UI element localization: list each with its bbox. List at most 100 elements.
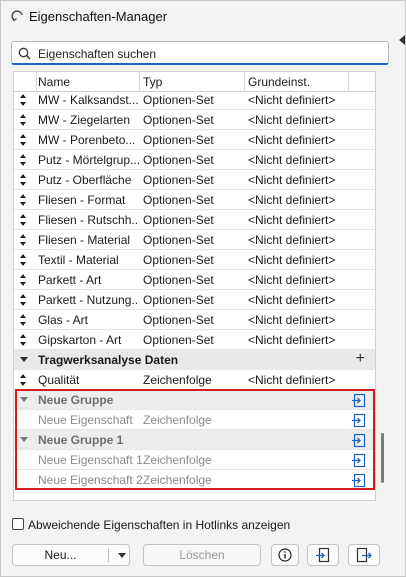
sort-updown-icon[interactable] [20,174,26,186]
row-name: MW - Porenbeto... [38,133,136,147]
new-split-button[interactable]: Neu... [12,544,130,566]
row-type: Optionen-Set [143,273,214,287]
row-default: <Nicht definiert> [248,333,336,347]
link-property-icon[interactable] [351,432,367,448]
row-type: Optionen-Set [143,333,214,347]
scrollbar-thumb[interactable] [381,433,384,483]
sort-updown-icon[interactable] [20,334,26,346]
row-default: <Nicht definiert> [248,93,336,107]
group-row-neue-gruppe-1[interactable]: Neue Gruppe 1 [14,430,375,450]
table-row[interactable]: Gipskarton - Art Optionen-Set <Nicht defin… [14,330,375,350]
search-input[interactable] [36,44,380,64]
table-row[interactable]: Glas - Art Optionen-Set <Nicht definiert> [14,310,375,330]
row-default: <Nicht definiert> [248,233,336,247]
group-row-tragwerksanalyse[interactable]: Tragwerksanalyse Daten + [14,350,375,370]
table-row[interactable]: Qualität Zeichenfolge <Nicht definiert> [14,370,375,390]
sort-updown-icon[interactable] [20,134,26,146]
column-header-default[interactable]: Grundeinst. [248,75,310,89]
link-property-icon[interactable] [351,452,367,468]
expand-triangle-icon[interactable] [20,357,28,362]
sort-updown-icon[interactable] [20,254,26,266]
sort-updown-icon[interactable] [20,114,26,126]
table-row[interactable]: Parkett - Art Optionen-Set <Nicht definier… [14,270,375,290]
info-icon [278,548,292,562]
table-row[interactable]: Fliesen - Rutschh... Optionen-Set <Nicht d… [14,210,375,230]
row-name: Fliesen - Material [38,233,131,247]
row-name: Neue Eigenschaft [38,413,133,427]
row-type: Optionen-Set [143,233,214,247]
sort-updown-icon[interactable] [20,214,26,226]
row-type: Optionen-Set [143,133,214,147]
sort-updown-icon[interactable] [20,314,26,326]
row-type: Optionen-Set [143,293,214,307]
expand-triangle-icon[interactable] [20,437,28,442]
row-name: Putz - Mörtelgrup... [38,153,139,167]
table-row[interactable]: MW - Porenbeto... Optionen-Set <Nicht defi… [14,130,375,150]
table-row[interactable]: MW - Ziegelarten Optionen-Set <Nicht defin… [14,110,375,130]
row-name: Fliesen - Rutschh... [38,213,139,227]
row-name: Putz - Oberfläche [38,173,132,187]
expand-triangle-icon[interactable] [20,397,28,402]
row-name: Gipskarton - Art [38,333,122,347]
table-row[interactable]: Textil - Material Optionen-Set <Nicht defi… [14,250,375,270]
table-row[interactable]: Putz - Oberfläche Optionen-Set <Nicht defi… [14,170,375,190]
row-type: Optionen-Set [143,93,214,107]
row-default: <Nicht definiert> [248,313,336,327]
row-type: Optionen-Set [143,113,214,127]
row-type: Zeichenfolge [143,413,212,427]
row-type: Optionen-Set [143,313,214,327]
link-property-icon[interactable] [351,472,367,488]
row-default: <Nicht definiert> [248,253,336,267]
add-icon[interactable]: + [356,350,365,368]
table-row[interactable]: Fliesen - Material Optionen-Set <Nicht def… [14,230,375,250]
column-header-type[interactable]: Typ [143,75,162,89]
table-row[interactable]: Neue Eigenschaft 2 Zeichenfolge [14,470,375,490]
group-label: Neue Gruppe [38,393,114,407]
row-type: Optionen-Set [143,173,214,187]
new-button-label[interactable]: Neu... [13,545,108,565]
sort-updown-icon[interactable] [20,234,26,246]
table-header: Name Typ Grundeinst. [14,72,375,92]
sort-updown-icon[interactable] [20,94,26,106]
sort-updown-icon[interactable] [20,274,26,286]
table-row[interactable]: Putz - Mörtelgrup... Optionen-Set <Nicht d… [14,150,375,170]
row-name: Neue Eigenschaft 1 [38,453,143,467]
row-type: Zeichenfolge [143,473,212,487]
info-button[interactable] [271,544,299,566]
row-default: <Nicht definiert> [248,213,336,227]
refresh-icon [11,10,23,22]
sort-updown-icon[interactable] [20,154,26,166]
link-property-icon[interactable] [351,412,367,428]
hotlinks-checkbox[interactable] [12,518,24,530]
properties-manager-window: Eigenschaften-Manager Name Typ Grundeins… [0,0,406,577]
table-row[interactable]: Neue Eigenschaft 1 Zeichenfolge [14,450,375,470]
row-default: <Nicht definiert> [248,153,336,167]
row-type: Zeichenfolge [143,453,212,467]
row-default: <Nicht definiert> [248,373,336,387]
import-button[interactable] [307,544,339,566]
collapse-arrow-icon[interactable] [399,35,405,45]
delete-button-label: Löschen [179,548,225,562]
chevron-down-icon[interactable] [118,553,126,558]
export-button[interactable] [348,544,380,566]
row-name: MW - Kalksandst... [38,93,139,107]
sort-updown-icon[interactable] [20,194,26,206]
group-row-neue-gruppe[interactable]: Neue Gruppe [14,390,375,410]
search-box [11,41,389,65]
table-row[interactable]: Neue Eigenschaft Zeichenfolge [14,410,375,430]
properties-table: Name Typ Grundeinst. MW - Kalksandst... O… [13,71,376,501]
row-type: Optionen-Set [143,213,214,227]
row-name: Parkett - Nutzung... [38,293,139,307]
import-icon [316,547,330,563]
table-row[interactable]: MW - Kalksandst... Optionen-Set <Nicht def… [14,90,375,110]
sort-updown-icon[interactable] [20,374,26,386]
column-header-name[interactable]: Name [38,75,70,89]
row-default: <Nicht definiert> [248,273,336,287]
sort-updown-icon[interactable] [20,294,26,306]
delete-button[interactable]: Löschen [143,544,261,566]
group-label: Neue Gruppe 1 [38,433,124,447]
link-property-icon[interactable] [351,392,367,408]
row-default: <Nicht definiert> [248,173,336,187]
table-row[interactable]: Parkett - Nutzung... Optionen-Set <Nicht d… [14,290,375,310]
table-row[interactable]: Fliesen - Format Optionen-Set <Nicht defin… [14,190,375,210]
